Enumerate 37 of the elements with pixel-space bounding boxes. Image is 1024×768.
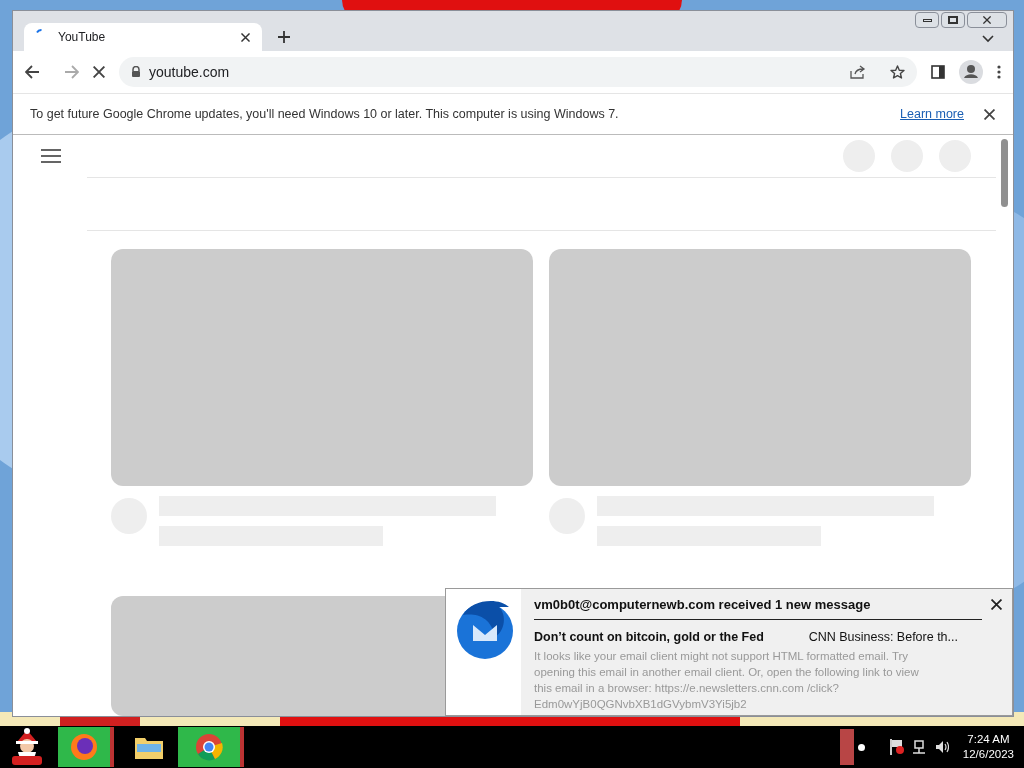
new-tab-icon[interactable] [278, 31, 290, 43]
close-icon[interactable] [983, 16, 991, 24]
learn-more-link[interactable]: Learn more [900, 104, 964, 124]
email-preview: It looks like your email client might not support HTML formatted email. Try opening this email in another email client. Or, open the following link to view this email in a browser: https://e.newsletters.cnn.com /click?Edm0wYjB0QGNvbXB1dGVybmV3Yi5jb2 [534, 649, 920, 713]
stop-icon[interactable] [93, 66, 105, 78]
clock-date[interactable]: 12/6/2023 [962, 747, 1014, 762]
share-icon[interactable] [850, 65, 866, 79]
address-bar[interactable]: youtube.com [119, 57, 917, 87]
url-text: youtube.com [149, 62, 231, 82]
update-message: To get future Google Chrome updates, you'll need Windows 10 or later. This computer is using Windows 7. [30, 105, 620, 123]
close-icon[interactable] [984, 108, 995, 120]
chevron-down-icon[interactable] [982, 35, 994, 43]
network-icon[interactable] [910, 739, 927, 755]
scrollbar-thumb [1001, 139, 1008, 207]
notification-title: vm0b0t@computernewb.com received 1 new message [534, 596, 871, 614]
chrome-icon [195, 733, 223, 761]
clock-time[interactable]: 7:24 AM [967, 732, 1010, 747]
lock-icon [131, 66, 141, 78]
back-icon[interactable] [25, 65, 39, 79]
email-subject: Don’t count on bitcoin, gold or the Fed [534, 628, 765, 646]
loading-icon [36, 29, 42, 33]
close-tab-icon[interactable] [241, 32, 250, 42]
tray-block [839, 729, 854, 765]
close-icon[interactable] [991, 599, 1002, 610]
menu-icon[interactable] [997, 65, 1001, 79]
profile-icon[interactable] [959, 60, 983, 84]
star-icon[interactable] [890, 65, 905, 79]
maximize-button[interactable] [941, 12, 965, 28]
close-window-button[interactable] [967, 12, 1007, 28]
tab-title: YouTube [58, 29, 107, 46]
side-panel-icon[interactable] [931, 65, 945, 79]
email-sender: CNN Business: Before th... [808, 628, 958, 646]
menu-icon[interactable] [41, 148, 61, 163]
browser-tab[interactable]: YouTube [24, 23, 262, 51]
flag-icon[interactable] [888, 738, 905, 756]
minimize-button[interactable] [915, 12, 939, 28]
volume-icon[interactable] [934, 740, 949, 754]
